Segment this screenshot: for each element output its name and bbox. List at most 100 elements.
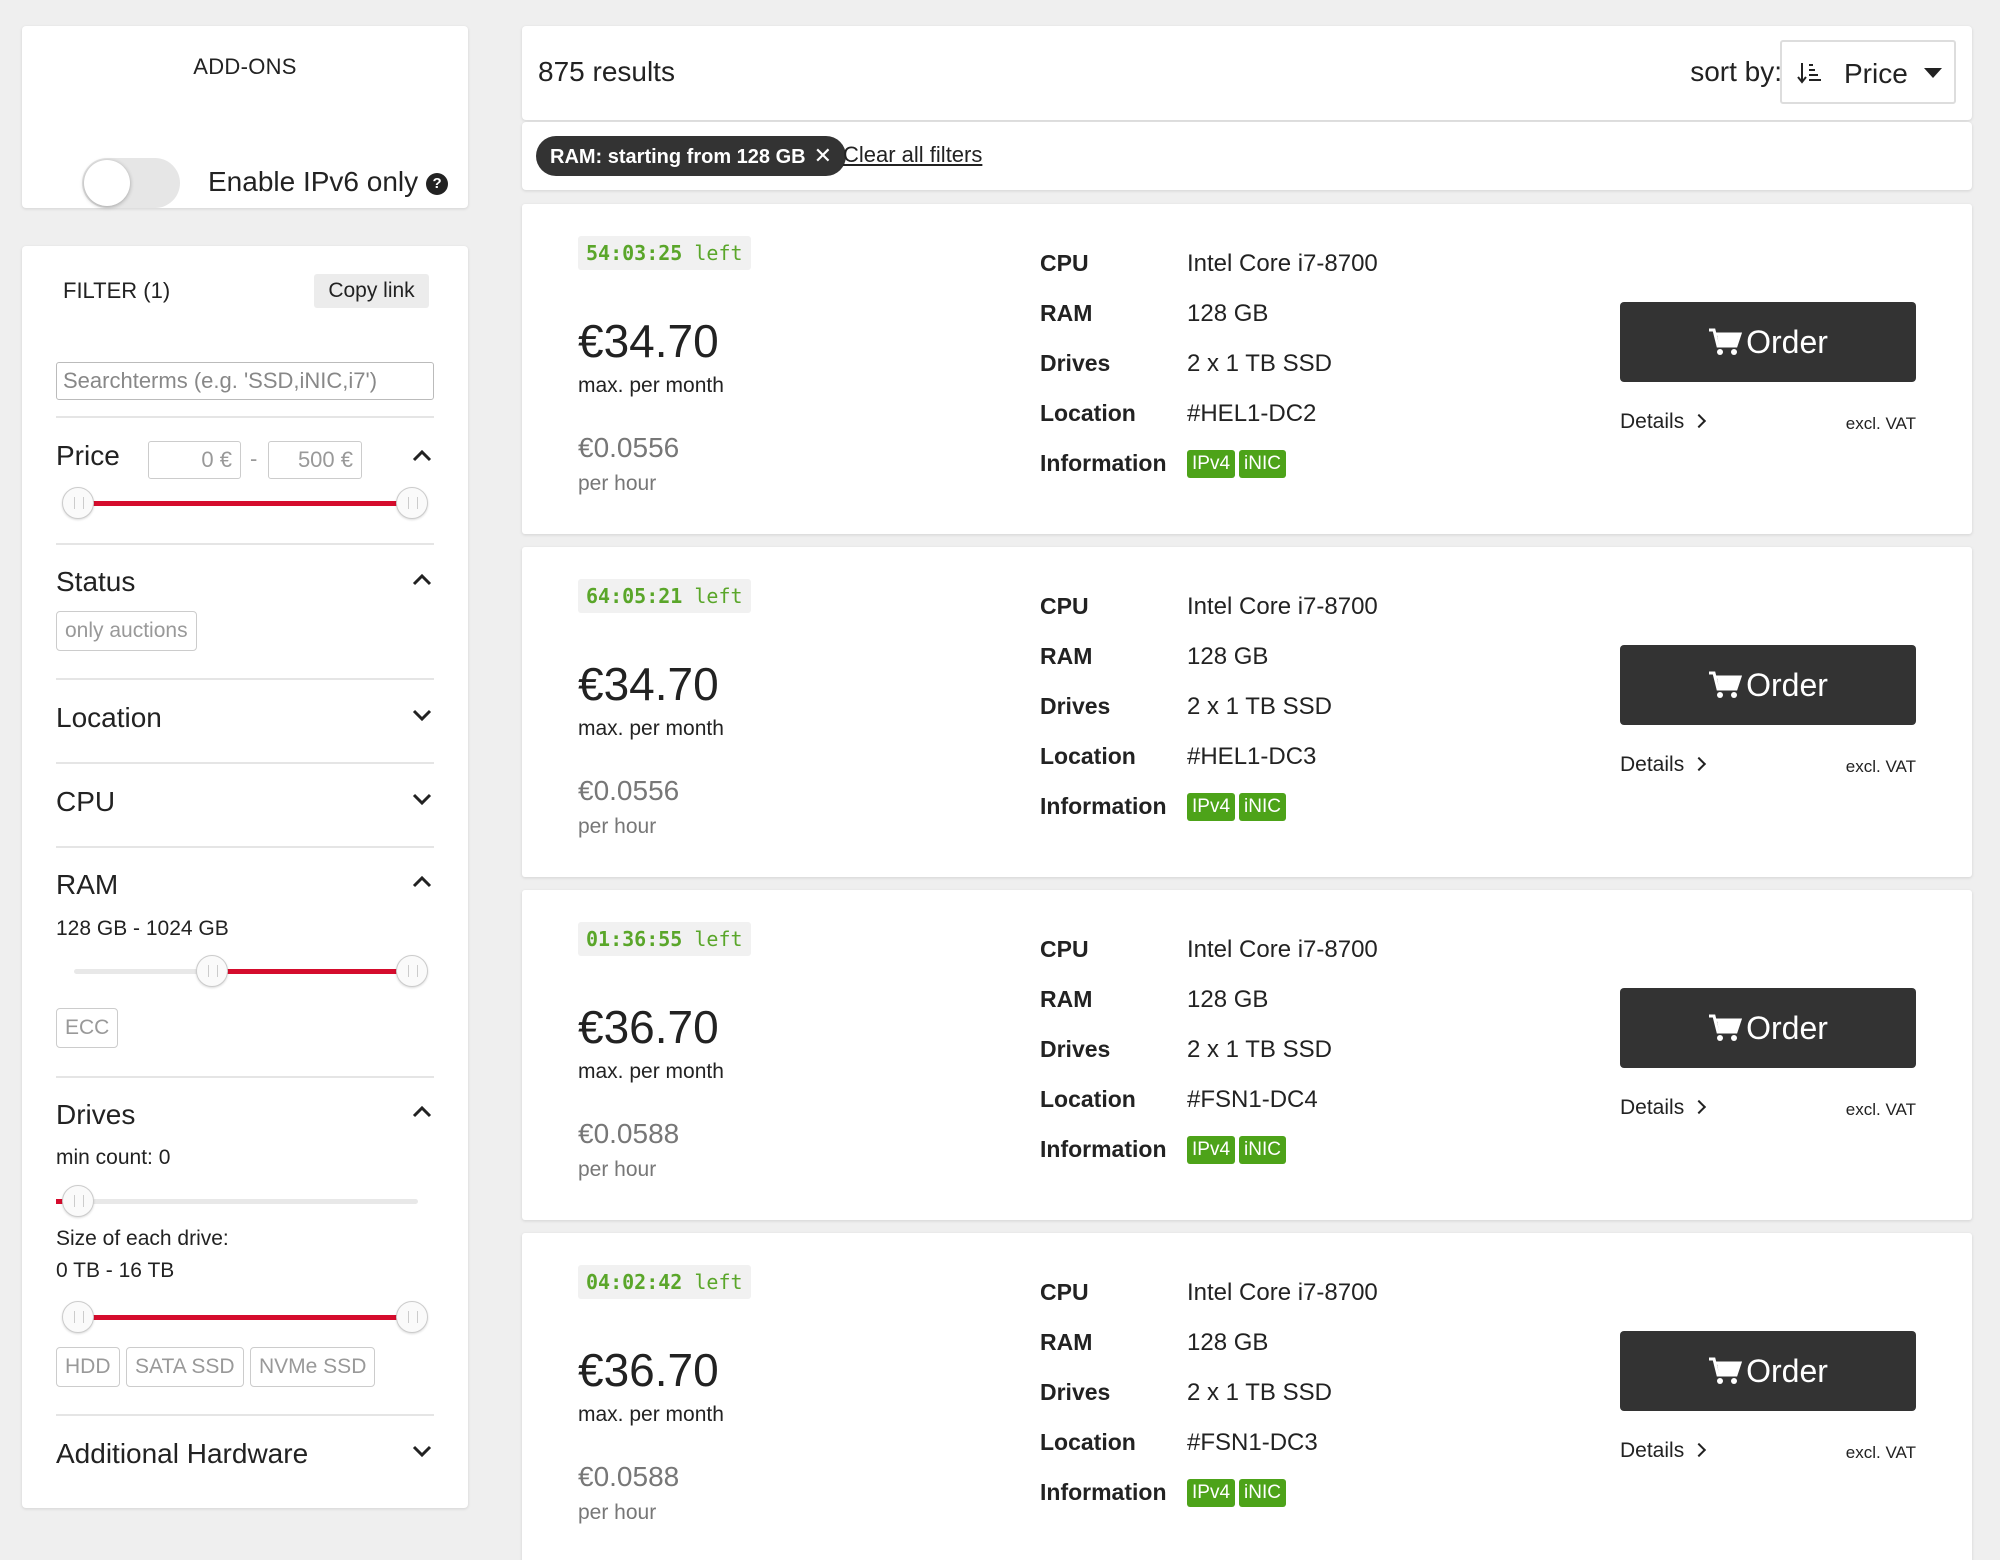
additional-hardware-section-title[interactable]: Additional Hardware [56,1438,308,1470]
chip-only-auctions[interactable]: only auctions [56,611,197,651]
spec-key-location: Location [1040,1086,1136,1112]
results-count: 875 results [538,56,675,87]
spec-key-drives: Drives [1040,1379,1111,1405]
ram-range-text: 128 GB - 1024 GB [56,917,229,940]
auction-timer: 01:36:55 left [578,922,751,956]
spec-key-ram: RAM [1040,986,1093,1012]
ipv6-toggle[interactable] [82,158,180,208]
drive-count-slider-handle[interactable] [62,1185,94,1217]
spec-value-cpu: Intel Core i7-8700 [1187,593,1378,620]
spec-value-drives: 2 x 1 TB SSD [1187,1036,1332,1063]
spec-key-drives: Drives [1040,693,1111,719]
chip-sata-ssd[interactable]: SATA SSD [126,1347,244,1387]
spec-value-ram: 128 GB [1187,300,1269,327]
monthly-price: €34.70 [578,315,719,367]
spec-value-drives: 2 x 1 TB SSD [1187,1379,1332,1406]
status-section-title: Status [56,566,136,597]
feature-tag: IPv4 [1187,1136,1236,1164]
spec-key-ram: RAM [1040,300,1093,326]
close-icon[interactable]: ✕ [814,143,832,168]
hourly-price-label: per hour [578,1501,657,1524]
spec-key-information: Information [1040,793,1167,819]
spec-value-location: #HEL1-DC2 [1187,400,1317,427]
chevron-right-icon [1692,1442,1707,1458]
price-slider-max-handle[interactable] [396,487,428,519]
chip-nvme-ssd[interactable]: NVMe SSD [250,1347,376,1387]
chevron-up-icon[interactable] [410,568,434,592]
active-filter-chip[interactable]: RAM: starting from 128 GB ✕ [536,136,847,176]
feature-tag: IPv4 [1187,450,1236,478]
spec-value-cpu: Intel Core i7-8700 [1187,1279,1378,1306]
cart-icon [1708,1353,1746,1389]
divider [56,1414,434,1416]
drive-size-slider-min-handle[interactable] [62,1301,94,1333]
sort-select[interactable]: Price [1780,40,1956,104]
spec-value-information: IPv4 iNIC [1187,791,1290,821]
location-section-title[interactable]: Location [56,702,162,734]
order-button[interactable]: Order [1620,988,1916,1068]
feature-tag: iNIC [1239,450,1286,478]
feature-tag: iNIC [1239,793,1286,821]
auction-timer: 04:02:42 left [578,1265,751,1299]
chip-ecc[interactable]: ECC [56,1008,119,1048]
search-input[interactable]: Searchterms (e.g. 'SSD,iNIC,i7') [56,362,434,400]
product-card: 64:05:21 left €34.70 max. per month €0.0556… [522,547,1972,877]
spec-key-cpu: CPU [1040,936,1089,962]
chip-hdd[interactable]: HDD [56,1347,120,1387]
spec-key-drives: Drives [1040,350,1111,376]
spec-value-information: IPv4 iNIC [1187,1134,1290,1164]
vat-note: excl. VAT [1845,757,1916,776]
feature-tag: iNIC [1239,1136,1286,1164]
spec-value-drives: 2 x 1 TB SSD [1187,350,1332,377]
details-link[interactable]: Details [1620,1096,1707,1120]
hourly-price: €0.0588 [578,1461,680,1492]
chevron-up-icon[interactable] [410,1100,434,1124]
chevron-up-icon[interactable] [410,870,434,894]
caret-down-icon [1924,68,1942,78]
chevron-down-icon[interactable] [410,703,434,727]
feature-tag: IPv4 [1187,793,1236,821]
ram-slider-fill [212,969,412,974]
spec-value-location: #HEL1-DC3 [1187,743,1317,770]
feature-tag: IPv4 [1187,1479,1236,1507]
chevron-down-icon[interactable] [410,787,434,811]
order-button[interactable]: Order [1620,645,1916,725]
hourly-price-label: per hour [578,815,657,838]
ram-slider-min-handle[interactable] [196,955,228,987]
clear-all-filters-link[interactable]: Clear all filters [843,142,982,168]
chevron-up-icon[interactable] [410,444,434,468]
divider [56,678,434,680]
spec-key-location: Location [1040,1429,1136,1455]
price-max-input[interactable]: 500 € [268,441,362,479]
cart-icon [1708,667,1746,703]
details-link[interactable]: Details [1620,753,1707,777]
order-button[interactable]: Order [1620,1331,1916,1411]
product-card: 54:03:25 left €34.70 max. per month €0.0556… [522,204,1972,534]
chevron-down-icon[interactable] [410,1439,434,1463]
spec-value-information: IPv4 iNIC [1187,448,1290,478]
cart-icon [1708,1010,1746,1046]
question-circle-icon[interactable]: ? [426,173,449,195]
price-separator: - [250,446,258,471]
spec-value-ram: 128 GB [1187,1329,1269,1356]
ram-slider-max-handle[interactable] [396,955,428,987]
details-link[interactable]: Details [1620,410,1707,434]
sort-label: sort by: [1690,56,1782,87]
monthly-price-label: max. per month [578,1403,724,1426]
hourly-price: €0.0588 [578,1118,680,1149]
drive-count-slider-track[interactable] [56,1199,418,1204]
order-button[interactable]: Order [1620,302,1916,382]
details-link[interactable]: Details [1620,1439,1707,1463]
drive-size-range-text: 0 TB - 16 TB [56,1259,175,1282]
copy-link-button[interactable]: Copy link [314,274,429,308]
cpu-section-title[interactable]: CPU [56,786,115,818]
spec-key-cpu: CPU [1040,1279,1089,1305]
drive-size-slider-max-handle[interactable] [396,1301,428,1333]
price-slider-min-handle[interactable] [62,487,94,519]
price-min-input[interactable]: 0 € [148,441,241,479]
divider [56,846,434,848]
spec-value-ram: 128 GB [1187,643,1269,670]
spec-value-cpu: Intel Core i7-8700 [1187,250,1378,277]
monthly-price-label: max. per month [578,374,724,397]
chevron-right-icon [1692,413,1707,429]
